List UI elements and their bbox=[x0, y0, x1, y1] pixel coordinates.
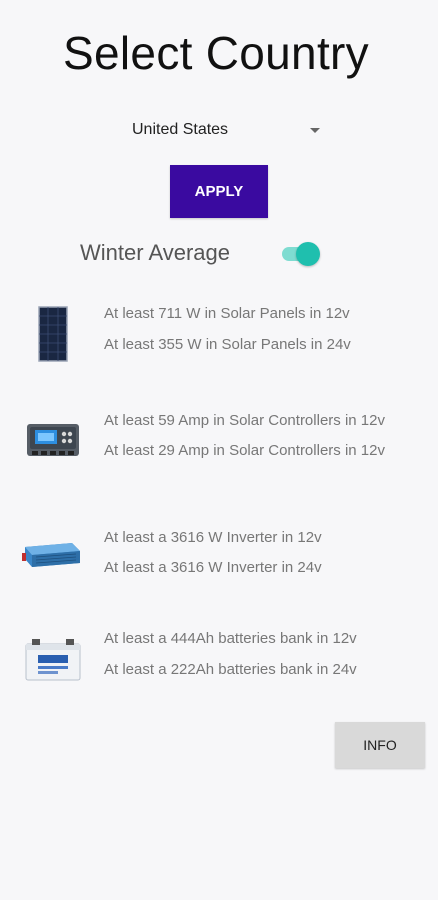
result-line: At least a 222Ah batteries bank in 24v bbox=[104, 661, 357, 678]
country-dropdown[interactable]: United States bbox=[124, 112, 324, 148]
result-line: At least a 3616 W Inverter in 12v bbox=[104, 529, 322, 546]
info-button[interactable]: INFO bbox=[335, 722, 425, 768]
winter-average-label: Winter Average bbox=[80, 240, 231, 265]
battery-icon bbox=[25, 639, 81, 681]
inverter-icon bbox=[22, 543, 80, 567]
result-line: At least a 444Ah batteries bank in 12v bbox=[104, 630, 357, 647]
result-line: At least 355 W in Solar Panels in 24v bbox=[104, 336, 351, 353]
solar-controller-icon bbox=[27, 424, 79, 456]
country-selected-value: United States bbox=[132, 121, 229, 138]
result-line: At least a 3616 W Inverter in 24v bbox=[104, 559, 322, 576]
solar-panel-icon bbox=[38, 306, 68, 362]
page-title: Select Country bbox=[63, 27, 369, 79]
switch-thumb bbox=[296, 242, 320, 266]
chevron-down-icon bbox=[310, 127, 320, 133]
result-line: At least 29 Amp in Solar Controllers in … bbox=[104, 442, 385, 459]
apply-button[interactable]: APPLY bbox=[170, 165, 268, 218]
winter-average-switch[interactable] bbox=[282, 242, 320, 266]
result-line: At least 59 Amp in Solar Controllers in … bbox=[104, 412, 385, 429]
screen: Select Country United States APPLY Winte… bbox=[0, 0, 438, 900]
result-line: At least 711 W in Solar Panels in 12v bbox=[104, 305, 350, 322]
